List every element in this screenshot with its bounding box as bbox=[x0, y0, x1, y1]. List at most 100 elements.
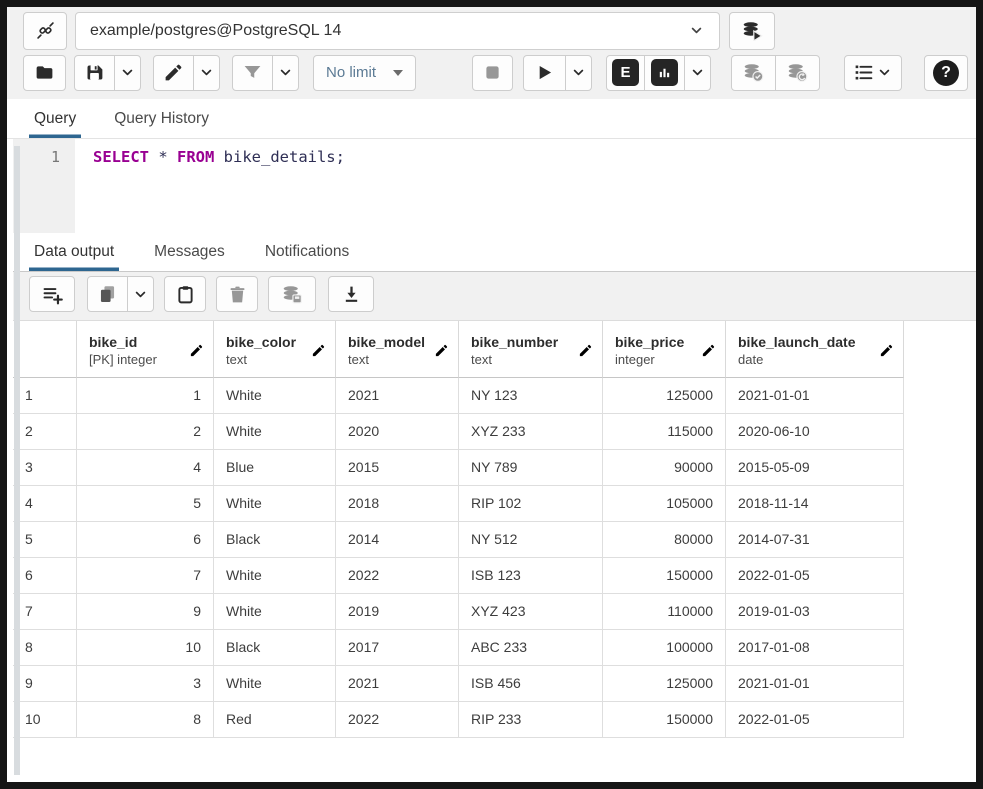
cell-bike_id[interactable]: 7 bbox=[77, 558, 214, 594]
cell-bike_number[interactable]: RIP 233 bbox=[459, 702, 603, 738]
cell-bike_color[interactable]: White bbox=[214, 594, 336, 630]
cell-bike_price[interactable]: 125000 bbox=[603, 666, 726, 702]
cell-bike_color[interactable]: White bbox=[214, 666, 336, 702]
cell-bike_id[interactable]: 3 bbox=[77, 666, 214, 702]
cell-bike_id[interactable]: 10 bbox=[77, 630, 214, 666]
cell-bike_launch_date[interactable]: 2022-01-05 bbox=[726, 558, 904, 594]
cell-bike_color[interactable]: Blue bbox=[214, 450, 336, 486]
cell-bike_launch_date[interactable]: 2020-06-10 bbox=[726, 414, 904, 450]
cell-bike_model[interactable]: 2022 bbox=[336, 558, 459, 594]
cell-bike_color[interactable]: White bbox=[214, 486, 336, 522]
cell-bike_number[interactable]: NY 123 bbox=[459, 378, 603, 414]
cell-bike_id[interactable]: 8 bbox=[77, 702, 214, 738]
cell-bike_price[interactable]: 80000 bbox=[603, 522, 726, 558]
row-number[interactable]: 2 bbox=[13, 414, 77, 450]
row-number[interactable]: 5 bbox=[13, 522, 77, 558]
column-header-bike_color[interactable]: bike_colortext bbox=[214, 321, 336, 378]
cell-bike_color[interactable]: White bbox=[214, 378, 336, 414]
cell-bike_price[interactable]: 150000 bbox=[603, 558, 726, 594]
cell-bike_model[interactable]: 2015 bbox=[336, 450, 459, 486]
cell-bike_launch_date[interactable]: 2018-11-14 bbox=[726, 486, 904, 522]
tab-query[interactable]: Query bbox=[29, 99, 81, 138]
cell-bike_number[interactable]: ABC 233 bbox=[459, 630, 603, 666]
edit-button[interactable] bbox=[153, 55, 194, 91]
cell-bike_price[interactable]: 100000 bbox=[603, 630, 726, 666]
column-header-bike_id[interactable]: bike_id[PK] integer bbox=[77, 321, 214, 378]
rollback-button[interactable] bbox=[775, 55, 820, 91]
cell-bike_model[interactable]: 2021 bbox=[336, 666, 459, 702]
execute-options-button[interactable] bbox=[565, 55, 592, 91]
column-header-bike_price[interactable]: bike_priceinteger bbox=[603, 321, 726, 378]
cell-bike_id[interactable]: 6 bbox=[77, 522, 214, 558]
cell-bike_model[interactable]: 2021 bbox=[336, 378, 459, 414]
cell-bike_launch_date[interactable]: 2019-01-03 bbox=[726, 594, 904, 630]
tab-query-history[interactable]: Query History bbox=[109, 99, 214, 138]
cell-bike_number[interactable]: NY 512 bbox=[459, 522, 603, 558]
column-header-bike_model[interactable]: bike_modeltext bbox=[336, 321, 459, 378]
cell-bike_launch_date[interactable]: 2014-07-31 bbox=[726, 522, 904, 558]
row-number[interactable]: 7 bbox=[13, 594, 77, 630]
sql-line[interactable]: SELECT * FROM bike_details; bbox=[75, 139, 976, 233]
cell-bike_number[interactable]: XYZ 233 bbox=[459, 414, 603, 450]
add-row-button[interactable] bbox=[29, 276, 75, 312]
cell-bike_id[interactable]: 2 bbox=[77, 414, 214, 450]
cell-bike_price[interactable]: 110000 bbox=[603, 594, 726, 630]
commit-button[interactable] bbox=[731, 55, 776, 91]
explain-options-button[interactable] bbox=[684, 55, 711, 91]
save-options-button[interactable] bbox=[114, 55, 141, 91]
row-number[interactable]: 9 bbox=[13, 666, 77, 702]
column-header-bike_launch_date[interactable]: bike_launch_datedate bbox=[726, 321, 904, 378]
cell-bike_color[interactable]: White bbox=[214, 558, 336, 594]
cell-bike_id[interactable]: 5 bbox=[77, 486, 214, 522]
copy-options-button[interactable] bbox=[127, 276, 154, 312]
left-scrollbar-track[interactable] bbox=[14, 146, 20, 775]
macros-button[interactable] bbox=[844, 55, 902, 91]
cell-bike_number[interactable]: RIP 102 bbox=[459, 486, 603, 522]
row-number[interactable]: 3 bbox=[13, 450, 77, 486]
tab-notifications[interactable]: Notifications bbox=[260, 233, 354, 271]
save-file-button[interactable] bbox=[74, 55, 115, 91]
tab-messages[interactable]: Messages bbox=[149, 233, 230, 271]
cell-bike_launch_date[interactable]: 2021-01-01 bbox=[726, 378, 904, 414]
cell-bike_color[interactable]: Black bbox=[214, 630, 336, 666]
save-data-changes-button[interactable] bbox=[268, 276, 316, 312]
cell-bike_launch_date[interactable]: 2022-01-05 bbox=[726, 702, 904, 738]
cell-bike_model[interactable]: 2018 bbox=[336, 486, 459, 522]
row-number[interactable]: 1 bbox=[13, 378, 77, 414]
cell-bike_price[interactable]: 115000 bbox=[603, 414, 726, 450]
cell-bike_price[interactable]: 90000 bbox=[603, 450, 726, 486]
row-limit-select[interactable]: No limit bbox=[313, 55, 416, 91]
cell-bike_model[interactable]: 2020 bbox=[336, 414, 459, 450]
new-connection-button[interactable] bbox=[729, 12, 775, 50]
cell-bike_number[interactable]: NY 789 bbox=[459, 450, 603, 486]
help-button[interactable]: ? bbox=[924, 55, 968, 91]
cell-bike_id[interactable]: 4 bbox=[77, 450, 214, 486]
open-file-button[interactable] bbox=[23, 55, 66, 91]
filter-button[interactable] bbox=[232, 55, 273, 91]
cell-bike_id[interactable]: 1 bbox=[77, 378, 214, 414]
row-number[interactable]: 6 bbox=[13, 558, 77, 594]
edit-options-button[interactable] bbox=[193, 55, 220, 91]
stop-button[interactable] bbox=[472, 55, 513, 91]
row-number[interactable]: 10 bbox=[13, 702, 77, 738]
download-results-button[interactable] bbox=[328, 276, 374, 312]
cell-bike_number[interactable]: XYZ 423 bbox=[459, 594, 603, 630]
cell-bike_color[interactable]: Black bbox=[214, 522, 336, 558]
paste-button[interactable] bbox=[164, 276, 206, 312]
cell-bike_price[interactable]: 150000 bbox=[603, 702, 726, 738]
cell-bike_model[interactable]: 2014 bbox=[336, 522, 459, 558]
connection-select[interactable]: example/postgres@PostgreSQL 14 bbox=[75, 12, 720, 50]
cell-bike_id[interactable]: 9 bbox=[77, 594, 214, 630]
tab-data-output[interactable]: Data output bbox=[29, 233, 119, 271]
column-header-bike_number[interactable]: bike_numbertext bbox=[459, 321, 603, 378]
select-all-corner[interactable] bbox=[13, 321, 77, 378]
delete-row-button[interactable] bbox=[216, 276, 258, 312]
cell-bike_price[interactable]: 105000 bbox=[603, 486, 726, 522]
cell-bike_color[interactable]: White bbox=[214, 414, 336, 450]
cell-bike_model[interactable]: 2019 bbox=[336, 594, 459, 630]
explain-button[interactable]: E bbox=[606, 55, 645, 91]
cell-bike_launch_date[interactable]: 2017-01-08 bbox=[726, 630, 904, 666]
connection-status-button[interactable] bbox=[23, 12, 67, 50]
filter-options-button[interactable] bbox=[272, 55, 299, 91]
cell-bike_number[interactable]: ISB 456 bbox=[459, 666, 603, 702]
